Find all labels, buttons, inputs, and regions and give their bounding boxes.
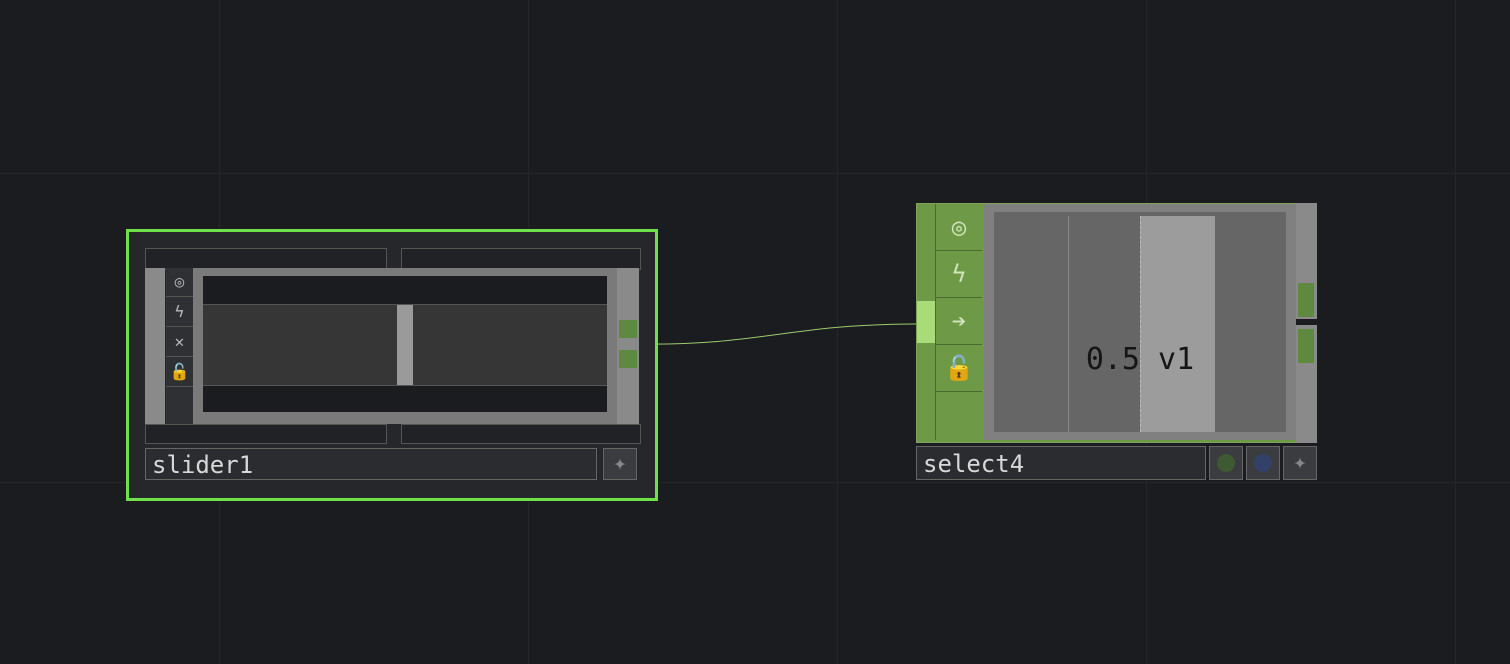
blue-dot-icon xyxy=(1254,454,1272,472)
select-viewer-panel: 0.5 v1 xyxy=(994,212,1286,432)
node-frame xyxy=(145,424,387,444)
output-port[interactable] xyxy=(1298,283,1314,317)
slider-viewer[interactable] xyxy=(193,268,617,424)
arrow-right-icon[interactable]: ➔ xyxy=(936,298,982,345)
slider-viewer-panel xyxy=(203,276,607,412)
star-icon: ✦ xyxy=(1293,450,1307,475)
node-frame xyxy=(401,424,641,444)
target-icon[interactable]: ◎ xyxy=(936,204,982,251)
viewer-flag[interactable]: ✦ xyxy=(1283,446,1317,480)
star-icon[interactable]: ✦ xyxy=(603,448,637,480)
close-icon[interactable]: ✕ xyxy=(166,328,193,357)
slider-knob[interactable] xyxy=(397,305,413,385)
target-icon[interactable]: ◎ xyxy=(166,268,193,297)
output-port[interactable] xyxy=(1298,329,1314,363)
output-gap xyxy=(1296,319,1317,325)
node-frame xyxy=(145,248,387,270)
channel-value-bar xyxy=(1140,216,1215,432)
node-flag-icons: ◎ ϟ ➔ 🔓 xyxy=(936,204,982,440)
output-port[interactable] xyxy=(619,350,637,368)
lock-icon[interactable]: 🔓 xyxy=(166,358,193,387)
network-canvas[interactable]: ◎ ϟ ✕ 🔓 slider1 ✦ ◎ ϟ ➔ 🔓 0.5 v1 select4… xyxy=(0,0,1510,664)
select4-node[interactable]: ◎ ϟ ➔ 🔓 0.5 v1 select4 ✦ xyxy=(916,203,1317,480)
channel-divider xyxy=(1068,216,1069,432)
bypass-flag[interactable] xyxy=(1209,446,1243,480)
node-flag-icons: ◎ ϟ ✕ 🔓 xyxy=(166,268,193,424)
node-name[interactable]: select4 xyxy=(916,446,1206,480)
input-strip[interactable] xyxy=(145,268,165,424)
output-port[interactable] xyxy=(619,320,637,338)
channel-value-label: 0.5 v1 xyxy=(1085,342,1195,377)
output-strip xyxy=(617,268,639,424)
pulse-icon[interactable]: ϟ xyxy=(936,251,982,298)
input-port[interactable] xyxy=(917,301,935,343)
slider-track[interactable] xyxy=(203,304,607,386)
slider1-node[interactable]: ◎ ϟ ✕ 🔓 slider1 ✦ xyxy=(126,229,658,501)
lock-icon[interactable]: 🔓 xyxy=(936,345,982,392)
select-viewer[interactable]: 0.5 v1 xyxy=(984,204,1296,440)
display-flag[interactable] xyxy=(1246,446,1280,480)
node-name[interactable]: slider1 xyxy=(145,448,597,480)
pulse-icon[interactable]: ϟ xyxy=(166,298,193,327)
node-frame xyxy=(401,248,641,270)
green-dot-icon xyxy=(1217,454,1235,472)
